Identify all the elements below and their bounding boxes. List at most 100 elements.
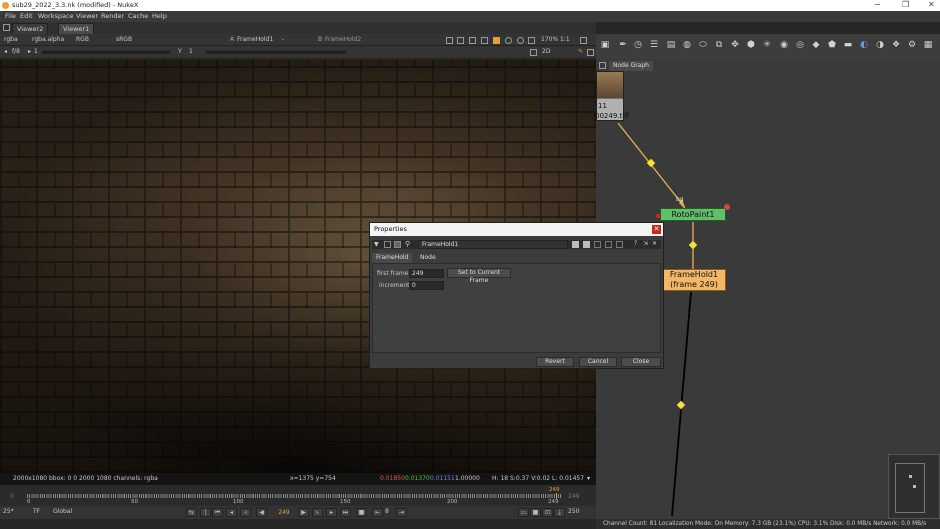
ratio-select[interactable]: 1:1 <box>560 34 570 46</box>
menu-workspace[interactable]: Workspace <box>38 11 74 22</box>
tab-node[interactable]: Node <box>416 253 440 263</box>
refresh-icon[interactable] <box>505 37 512 44</box>
menu-edit[interactable]: Edit <box>20 11 33 22</box>
views-icon[interactable]: ◎ <box>795 40 805 50</box>
airtools-icon[interactable]: ◑ <box>875 40 885 50</box>
fstop-chevron-icon[interactable]: ◂ <box>4 46 7 58</box>
display-mode-select[interactable]: RGB <box>76 34 89 46</box>
crop-icon[interactable] <box>530 49 537 56</box>
view-mode-select[interactable]: 2D <box>542 46 550 58</box>
color-tile-icon[interactable] <box>394 241 401 248</box>
node-tool-icon[interactable]: ⚲ <box>405 240 410 248</box>
input-a-select[interactable]: FrameHold1 <box>237 34 273 46</box>
edge-dot[interactable] <box>688 240 698 250</box>
edge-dot[interactable] <box>676 400 686 410</box>
tf-select[interactable]: TF <box>33 506 40 518</box>
float-icon[interactable] <box>605 241 612 248</box>
gain-chevron-icon[interactable]: ▸ <box>28 46 31 58</box>
export-icon[interactable]: ⤓ <box>554 508 565 517</box>
in-out-icon[interactable]: ⇆ <box>186 508 197 517</box>
metadata-icon[interactable]: ◆ <box>811 40 821 50</box>
dialog-close-icon[interactable]: ✕ <box>652 225 661 234</box>
channels-select[interactable]: rgba <box>4 34 18 46</box>
roi-icon[interactable] <box>446 37 453 44</box>
last-frame-icon[interactable]: ⏭ <box>340 508 351 517</box>
preset-icon[interactable] <box>594 241 601 248</box>
draw-icon[interactable]: ✒ <box>618 40 628 50</box>
next-key-icon[interactable]: ▸ <box>326 508 337 517</box>
read-node[interactable]: 11 00249.tiff <box>595 71 629 121</box>
help-icon[interactable]: ? <box>634 240 637 247</box>
bounce-icon[interactable]: ⇤ <box>372 508 383 517</box>
pin-icon[interactable]: ⇲ <box>643 240 648 247</box>
toolsets-icon[interactable]: ⬟ <box>827 40 837 50</box>
current-frame-field[interactable]: 249 <box>274 508 294 517</box>
node-graph-pane-icon[interactable] <box>599 62 606 69</box>
minimize-button[interactable]: − <box>874 0 881 10</box>
deep-icon[interactable]: ◉ <box>779 40 789 50</box>
colorspace-select[interactable]: sRGB <box>116 34 132 46</box>
tab-framehold[interactable]: FrameHold <box>372 253 413 263</box>
step-increment[interactable]: 8 <box>385 506 389 518</box>
first-frame-icon[interactable]: ⏮ <box>212 508 223 517</box>
node-name-field[interactable]: FrameHold1 <box>418 240 568 249</box>
proxy-icon[interactable] <box>469 37 476 44</box>
scope-select[interactable]: Global <box>53 506 72 518</box>
alpha-channel-select[interactable]: rgba.alpha <box>32 34 64 46</box>
transform-icon[interactable]: ✥ <box>730 40 740 50</box>
channel-icon[interactable]: ☰ <box>649 40 659 50</box>
menu-viewer[interactable]: Viewer <box>76 11 98 22</box>
3d-icon[interactable]: ⬢ <box>746 40 756 50</box>
close-window-button[interactable]: ✕ <box>928 0 935 10</box>
undo-icon[interactable] <box>572 241 579 248</box>
play-back-icon[interactable]: ◀ <box>256 508 267 517</box>
timeline[interactable]: 0 0 50 100 150 200 249 249 249 <box>0 485 596 506</box>
gain-value[interactable]: 1 <box>34 46 38 58</box>
fstop-select[interactable]: f/8 <box>12 46 20 58</box>
menu-help[interactable]: Help <box>152 11 167 22</box>
pause-icon[interactable] <box>517 37 524 44</box>
keyer-icon[interactable]: ⬭ <box>698 40 708 50</box>
close-button[interactable]: Close <box>621 357 661 367</box>
lut-icon[interactable] <box>481 37 488 44</box>
other-icon[interactable]: ▬ <box>843 40 853 50</box>
fps-select[interactable]: 25* <box>3 506 14 518</box>
stop-icon[interactable]: ■ <box>356 508 367 517</box>
gain-slider[interactable] <box>42 51 170 54</box>
region-icon[interactable] <box>457 37 464 44</box>
prev-key-icon[interactable]: ◂ <box>226 508 237 517</box>
zoom-select[interactable]: 170% <box>541 34 558 46</box>
viewer-menu-icon[interactable] <box>580 37 587 44</box>
gamma-slider[interactable] <box>206 51 346 54</box>
collapse-icon[interactable]: ▼ <box>374 241 379 248</box>
color-icon[interactable]: ▤ <box>666 40 676 50</box>
menu-render[interactable]: Render <box>101 11 124 22</box>
paint-icon[interactable]: ✎ <box>578 46 583 58</box>
skip-icon[interactable]: ⇥ <box>396 508 407 517</box>
time-icon[interactable]: ◷ <box>633 40 643 50</box>
tab-viewer2[interactable]: Viewer2 <box>12 23 49 34</box>
minimap[interactable] <box>888 454 940 519</box>
input-b-select[interactable]: FrameHold2 <box>325 34 361 46</box>
node-mask-input-icon[interactable] <box>656 214 660 218</box>
particles-icon[interactable]: ✳ <box>762 40 772 50</box>
set-current-frame-button[interactable]: Set to Current Frame <box>447 268 511 284</box>
dialog-title-bar[interactable]: Properties <box>370 223 663 236</box>
info-dropdown-icon[interactable]: ▾ <box>587 473 590 485</box>
revert-button[interactable]: Revert <box>536 357 574 367</box>
range-icon[interactable]: | <box>200 508 211 517</box>
extra-icon[interactable]: ▦ <box>923 40 933 50</box>
close-panel-icon[interactable]: ✕ <box>652 240 657 247</box>
settings-icon[interactable] <box>587 49 594 56</box>
filter-icon[interactable]: ◍ <box>682 40 692 50</box>
merge-icon[interactable]: ⧉ <box>714 40 724 50</box>
cancel-button[interactable]: Cancel <box>579 357 617 367</box>
increment-field[interactable]: 0 <box>409 281 444 290</box>
overlay-icon[interactable] <box>493 37 500 44</box>
gamma-value[interactable]: 1 <box>189 46 193 58</box>
cara-icon[interactable]: ❖ <box>891 40 901 50</box>
redo-icon[interactable] <box>583 241 590 248</box>
playhead[interactable] <box>556 493 557 499</box>
step-forward-icon[interactable]: ▹ <box>312 508 323 517</box>
pane-menu-icon[interactable] <box>3 24 10 31</box>
